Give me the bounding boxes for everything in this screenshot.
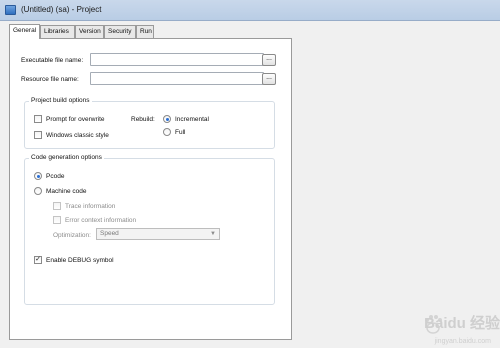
- tab-version-label: Version: [79, 28, 101, 35]
- prompt-overwrite-label: Prompt for overwrite: [46, 116, 105, 123]
- optimization-value: Speed: [100, 230, 119, 237]
- build-options-title: Project build options: [29, 97, 92, 104]
- optimization-label: Optimization:: [53, 232, 91, 239]
- project-build-options-group: Project build options Prompt for overwri…: [24, 97, 275, 149]
- window-title: (Untitled) (sa) - Project: [21, 5, 102, 14]
- app-icon: [5, 5, 16, 15]
- pcode-label: Pcode: [46, 173, 65, 180]
- windows-classic-checkbox[interactable]: [34, 131, 42, 139]
- watermark-text: Baidu 经验: [424, 315, 500, 332]
- tab-version[interactable]: Version: [75, 25, 104, 38]
- resource-label: Resource file name:: [21, 76, 79, 83]
- chevron-down-icon: ▼: [210, 231, 216, 237]
- tab-libraries-label: Libraries: [44, 28, 69, 35]
- optimization-select[interactable]: Speed ▼: [96, 228, 220, 240]
- title-bar[interactable]: (Untitled) (sa) - Project: [0, 0, 500, 21]
- code-generation-options-group: Code generation options Pcode Machine co…: [24, 154, 275, 305]
- error-context-checkbox[interactable]: [53, 216, 61, 224]
- tab-general-label: General: [13, 27, 37, 34]
- windows-classic-label: Windows classic style: [46, 132, 109, 139]
- project-dialog: (Untitled) (sa) - Project General Librar…: [0, 0, 500, 348]
- incremental-radio[interactable]: [163, 115, 171, 123]
- browse-label: ...: [266, 74, 272, 81]
- error-context-label: Error context information: [65, 217, 137, 224]
- resource-input[interactable]: [90, 72, 264, 85]
- enable-debug-checkbox[interactable]: ✓: [34, 256, 42, 264]
- pcode-radio[interactable]: [34, 172, 42, 180]
- executable-label: Executable file name:: [21, 57, 84, 64]
- prompt-overwrite-checkbox[interactable]: [34, 115, 42, 123]
- resource-browse-button[interactable]: ...: [262, 73, 276, 85]
- general-panel: Executable file name: ... Resource file …: [9, 38, 292, 340]
- tab-general[interactable]: General: [9, 24, 40, 39]
- machine-code-radio[interactable]: [34, 187, 42, 195]
- tab-run-label: Run: [140, 28, 152, 35]
- tab-security-label: Security: [108, 28, 132, 35]
- browse-label: ...: [266, 55, 272, 62]
- incremental-label: Incremental: [175, 116, 209, 123]
- codegen-options-title: Code generation options: [29, 154, 104, 161]
- executable-browse-button[interactable]: ...: [262, 54, 276, 66]
- full-label: Full: [175, 129, 186, 136]
- full-radio[interactable]: [163, 128, 171, 136]
- machine-code-label: Machine code: [46, 188, 87, 195]
- radio-selected-dot: [36, 174, 40, 178]
- enable-debug-label: Enable DEBUG symbol: [46, 257, 114, 264]
- watermark-url: jingyan.baidu.com: [434, 338, 491, 345]
- trace-info-checkbox[interactable]: [53, 202, 61, 210]
- executable-input[interactable]: [90, 53, 264, 66]
- trace-info-label: Trace information: [65, 203, 116, 210]
- tab-security[interactable]: Security: [104, 25, 136, 38]
- tab-run[interactable]: Run: [136, 25, 154, 38]
- radio-selected-dot: [165, 117, 169, 121]
- tab-libraries[interactable]: Libraries: [40, 25, 75, 38]
- rebuild-label: Rebuild:: [131, 116, 155, 123]
